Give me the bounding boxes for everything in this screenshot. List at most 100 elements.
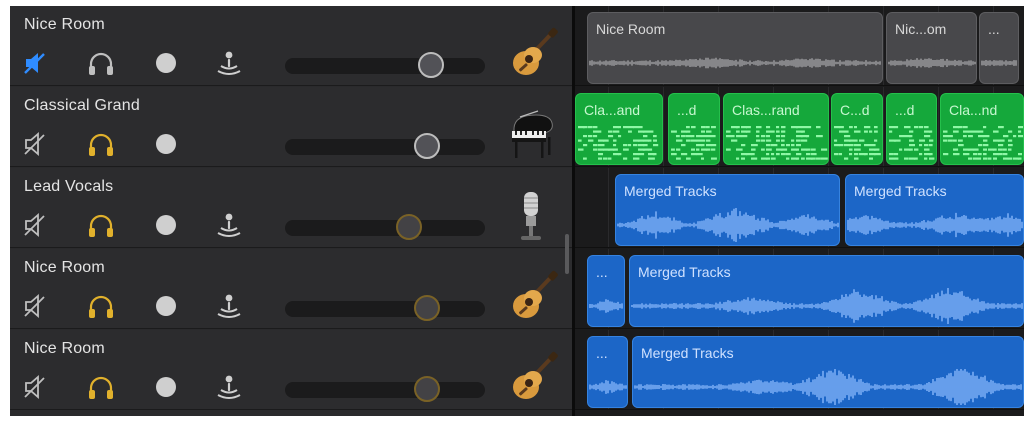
- midi-region[interactable]: ...d: [886, 93, 937, 165]
- track-name[interactable]: Nice Room: [24, 259, 105, 277]
- record-enable-button[interactable]: [150, 129, 182, 159]
- mute-speaker-icon: [22, 130, 50, 158]
- volume-slider-knob[interactable]: [418, 52, 444, 78]
- audio-region[interactable]: Merged Tracks: [629, 255, 1024, 327]
- audio-region[interactable]: ...: [979, 12, 1019, 84]
- audio-region[interactable]: ...: [587, 255, 625, 327]
- volume-slider[interactable]: [285, 52, 485, 78]
- audio-waveform: [633, 367, 1023, 407]
- audio-region[interactable]: Merged Tracks: [615, 174, 840, 246]
- track-lane[interactable]: ... Merged Tracks: [575, 330, 1024, 410]
- region-label: Merged Tracks: [854, 183, 947, 199]
- mute-button[interactable]: [20, 48, 52, 78]
- grand-piano-icon[interactable]: [504, 107, 560, 163]
- volume-slider[interactable]: [285, 214, 485, 240]
- input-monitoring-button[interactable]: [213, 291, 245, 321]
- microphone-icon[interactable]: [504, 188, 560, 244]
- timeline-area[interactable]: Nice Room Nic...om... Cla...and ...d Clas...…: [575, 6, 1024, 416]
- mute-speaker-icon: [22, 373, 50, 401]
- midi-region[interactable]: C...d: [831, 93, 883, 165]
- region-label: ...d: [895, 102, 915, 118]
- midi-region[interactable]: Clas...rand: [723, 93, 829, 165]
- solo-button[interactable]: [85, 129, 117, 159]
- beat-gridline: [608, 168, 609, 247]
- midi-region[interactable]: Cla...and: [575, 93, 663, 165]
- acoustic-guitar-icon[interactable]: [504, 269, 560, 325]
- region-label: Cla...and: [584, 102, 641, 118]
- acoustic-guitar-icon[interactable]: [504, 26, 560, 82]
- audio-region[interactable]: Nic...om: [886, 12, 977, 84]
- mute-button[interactable]: [20, 372, 52, 402]
- midi-region[interactable]: ...d: [668, 93, 720, 165]
- record-enable-button[interactable]: [150, 291, 182, 321]
- track-header[interactable]: Nice Room: [10, 249, 572, 329]
- region-label: ...: [596, 345, 608, 361]
- midi-notes: [887, 124, 936, 164]
- audio-region[interactable]: ...: [587, 336, 628, 408]
- audio-region[interactable]: Nice Room: [587, 12, 883, 84]
- record-enable-button[interactable]: [150, 48, 182, 78]
- audio-waveform: [887, 43, 976, 83]
- solo-button[interactable]: [85, 372, 117, 402]
- mute-speaker-icon: [22, 211, 50, 239]
- headphones-icon: [86, 211, 116, 239]
- audio-waveform: [630, 286, 1023, 326]
- mute-speaker-icon: [22, 49, 50, 77]
- region-label: C...d: [840, 102, 870, 118]
- garageband-tracks-view: Nice Room Classical Grand Lead Vocals Nice …: [10, 6, 1024, 416]
- track-lane[interactable]: ... Merged Tracks: [575, 249, 1024, 329]
- region-label: ...d: [677, 102, 697, 118]
- headphones-icon: [86, 373, 116, 401]
- midi-notes: [724, 124, 828, 164]
- input-monitor-icon: [214, 373, 244, 401]
- track-header[interactable]: Classical Grand: [10, 87, 572, 167]
- headphones-icon: [86, 130, 116, 158]
- track-header[interactable]: Nice Room: [10, 6, 572, 86]
- volume-slider-knob[interactable]: [414, 295, 440, 321]
- region-label: Cla...nd: [949, 102, 998, 118]
- track-lane[interactable]: Cla...and ...d Clas...rand C...d ...d Cla...n…: [575, 87, 1024, 167]
- record-dot-icon: [154, 213, 178, 237]
- track-lane[interactable]: Nice Room Nic...om...: [575, 6, 1024, 86]
- record-enable-button[interactable]: [150, 372, 182, 402]
- track-header[interactable]: Lead Vocals: [10, 168, 572, 248]
- volume-slider[interactable]: [285, 133, 485, 159]
- audio-region[interactable]: Merged Tracks: [632, 336, 1024, 408]
- input-monitoring-button[interactable]: [213, 210, 245, 240]
- input-monitoring-button[interactable]: [213, 372, 245, 402]
- solo-button[interactable]: [85, 48, 117, 78]
- acoustic-guitar-icon[interactable]: [504, 350, 560, 406]
- input-monitoring-button[interactable]: [213, 48, 245, 78]
- audio-region[interactable]: Merged Tracks: [845, 174, 1024, 246]
- record-enable-button[interactable]: [150, 210, 182, 240]
- audio-waveform: [588, 286, 624, 326]
- midi-notes: [576, 124, 662, 164]
- volume-slider-knob[interactable]: [414, 133, 440, 159]
- track-name[interactable]: Lead Vocals: [24, 178, 113, 196]
- track-name[interactable]: Nice Room: [24, 16, 105, 34]
- headphones-icon: [86, 49, 116, 77]
- solo-button[interactable]: [85, 210, 117, 240]
- mute-button[interactable]: [20, 291, 52, 321]
- midi-notes: [832, 124, 882, 164]
- track-header[interactable]: Nice Room: [10, 330, 572, 410]
- volume-slider[interactable]: [285, 295, 485, 321]
- beat-gridline: [883, 6, 884, 85]
- solo-button[interactable]: [85, 291, 117, 321]
- mute-button[interactable]: [20, 129, 52, 159]
- midi-region[interactable]: Cla...nd: [940, 93, 1024, 165]
- headphones-icon: [86, 292, 116, 320]
- track-name[interactable]: Classical Grand: [24, 97, 140, 115]
- volume-slider-knob[interactable]: [396, 214, 422, 240]
- region-label: ...: [596, 264, 608, 280]
- mute-button[interactable]: [20, 210, 52, 240]
- record-dot-icon: [154, 375, 178, 399]
- track-lane[interactable]: Merged Tracks Merged Tracks: [575, 168, 1024, 248]
- volume-slider-knob[interactable]: [414, 376, 440, 402]
- volume-slider[interactable]: [285, 376, 485, 402]
- track-name[interactable]: Nice Room: [24, 340, 105, 358]
- audio-waveform: [588, 43, 882, 83]
- audio-waveform: [846, 205, 1023, 245]
- input-monitor-icon: [214, 49, 244, 77]
- headers-scroll-indicator[interactable]: [565, 234, 569, 274]
